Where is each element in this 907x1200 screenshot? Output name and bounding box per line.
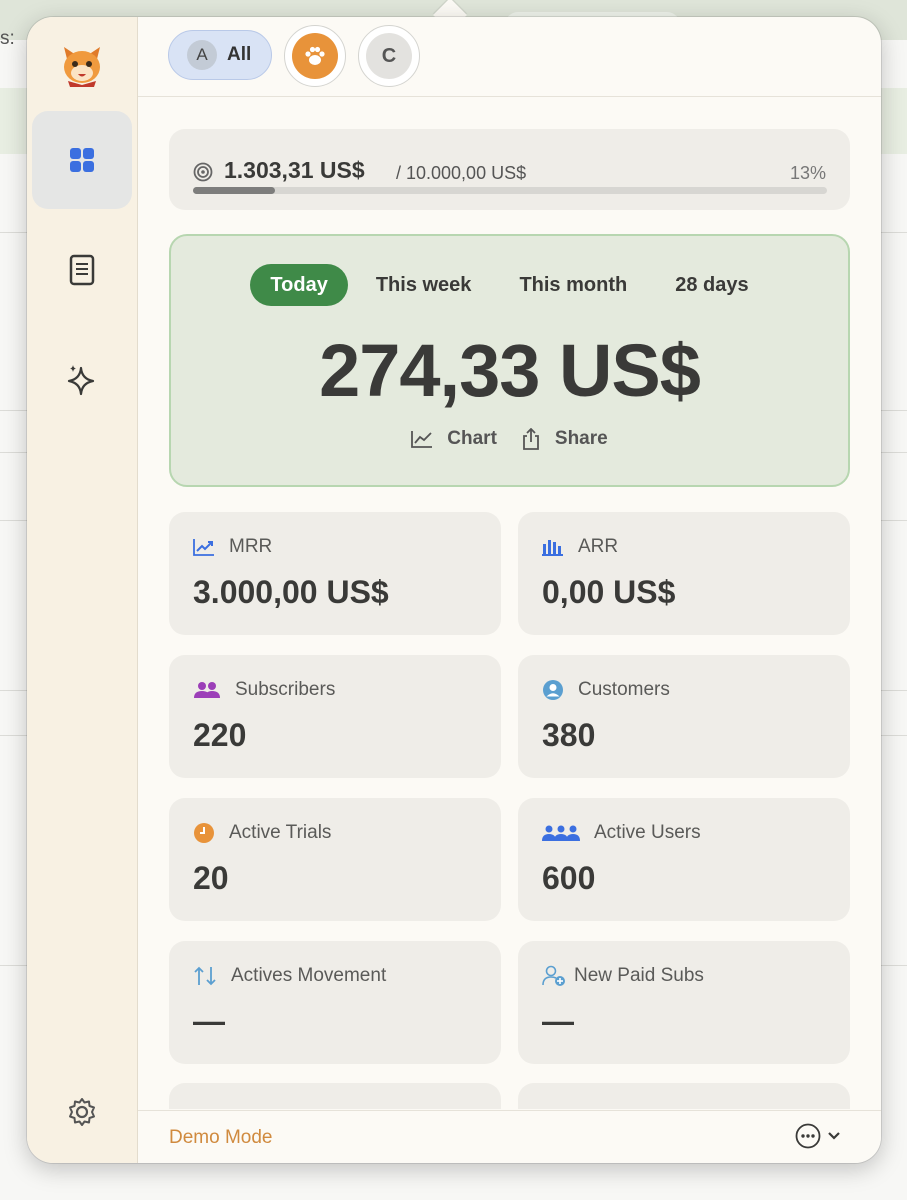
- bar-chart-icon: [542, 540, 563, 556]
- chevron-down-icon: [828, 1132, 840, 1140]
- metric-value: —: [542, 1003, 574, 1039]
- period-tab[interactable]: This month: [499, 264, 647, 306]
- goal-progress-bar: [193, 187, 827, 194]
- background-label: s:: [0, 28, 15, 49]
- filter-chip-paw[interactable]: [284, 25, 346, 87]
- metric-value: 0,00 US$: [542, 574, 676, 610]
- metric-value: 380: [542, 717, 596, 753]
- goal-progress-fill: [193, 187, 276, 194]
- project-filter-bar: A All C: [138, 17, 881, 97]
- metric-card-actives-movement[interactable]: Actives Movement —: [169, 941, 501, 1064]
- metric-card-new-paid-subs[interactable]: New Paid Subs —: [518, 941, 850, 1064]
- chip-all-label: All: [227, 44, 252, 65]
- metric-label: Subscribers: [235, 679, 336, 700]
- metric-value: 600: [542, 860, 596, 896]
- metric-label: New Paid Subs: [574, 965, 704, 986]
- sidebar-item-notes[interactable]: [32, 221, 132, 319]
- goal-percent: 13%: [789, 163, 826, 183]
- popover-window: A All C 1.303,31 US$ / 10.000,00 US$ 13%…: [27, 17, 881, 1163]
- goal-current-value: 1.303,31 US$: [224, 157, 365, 183]
- revenue-card: Today This week This month 28 days 274,33 U…: [169, 234, 850, 487]
- chip-all-avatar: A: [187, 40, 217, 70]
- metric-card-customers[interactable]: Customers 380: [518, 655, 850, 778]
- ellipsis-circle-icon: [795, 1123, 821, 1149]
- metric-value: 220: [193, 717, 247, 753]
- period-tab[interactable]: 28 days: [655, 264, 768, 306]
- chip-c-label: C: [366, 33, 412, 79]
- metric-card-active-users[interactable]: Active Users 600: [518, 798, 850, 921]
- sidebar: [27, 17, 138, 1163]
- gear-icon: [69, 1098, 95, 1126]
- line-chart-icon: [411, 431, 433, 448]
- clock-icon: [194, 823, 214, 843]
- metric-label: ARR: [578, 536, 619, 557]
- share-button[interactable]: Share: [521, 428, 608, 450]
- metric-label: Customers: [578, 679, 670, 700]
- goal-target-value: / 10.000,00 US$: [396, 163, 527, 183]
- revenue-value: 274,33 US$: [319, 329, 701, 412]
- group-icon: [542, 825, 580, 841]
- paw-icon: [305, 46, 325, 65]
- sparkles-icon: [67, 365, 95, 396]
- metric-label: MRR: [229, 536, 273, 557]
- notebook-icon: [69, 254, 95, 286]
- metric-value: 3.000,00 US$: [193, 574, 389, 610]
- arrows-updown-icon: [194, 966, 216, 986]
- period-tabs: Today This week This month 28 days: [171, 264, 848, 306]
- people-icon: [194, 682, 220, 698]
- metric-card-partial[interactable]: [518, 1083, 850, 1109]
- more-menu-button[interactable]: [795, 1123, 841, 1149]
- share-icon: [523, 428, 539, 450]
- chart-button[interactable]: Chart: [411, 428, 497, 450]
- sidebar-item-insights[interactable]: [32, 331, 132, 429]
- dashboard-content: 1.303,31 US$ / 10.000,00 US$ 13% Today Th…: [138, 97, 881, 1109]
- revenue-goal-card[interactable]: 1.303,31 US$ / 10.000,00 US$ 13%: [169, 129, 850, 210]
- demo-mode-label: Demo Mode: [169, 1127, 273, 1148]
- filter-chip-c[interactable]: C: [358, 25, 420, 87]
- settings-button[interactable]: [65, 1095, 99, 1129]
- metric-card-mrr[interactable]: MRR 3.000,00 US$: [169, 512, 501, 635]
- period-tab[interactable]: This week: [356, 264, 492, 306]
- revenue-actions: Chart Share: [171, 428, 848, 450]
- share-button-label: Share: [554, 428, 608, 449]
- metric-card-arr[interactable]: ARR 0,00 US$: [518, 512, 850, 635]
- sidebar-item-dashboard[interactable]: [32, 111, 132, 209]
- app-logo: [58, 41, 106, 89]
- metric-value: —: [193, 1003, 225, 1039]
- trend-up-icon: [193, 539, 214, 556]
- target-icon: [193, 162, 213, 182]
- metric-label: Actives Movement: [231, 965, 387, 986]
- grid-icon: [70, 148, 94, 172]
- metric-value: 20: [193, 860, 229, 896]
- person-circle-icon: [543, 680, 563, 700]
- metric-label: Active Trials: [229, 822, 332, 843]
- person-add-icon: [542, 965, 565, 986]
- footer-bar: Demo Mode: [138, 1110, 881, 1163]
- metric-card-subscribers[interactable]: Subscribers 220: [169, 655, 501, 778]
- metric-label: Active Users: [594, 822, 701, 843]
- chart-button-label: Chart: [447, 428, 497, 449]
- metric-card-partial[interactable]: [169, 1083, 501, 1109]
- filter-chip-all[interactable]: A All: [168, 30, 272, 80]
- period-tab[interactable]: Today: [250, 264, 348, 306]
- metric-card-active-trials[interactable]: Active Trials 20: [169, 798, 501, 921]
